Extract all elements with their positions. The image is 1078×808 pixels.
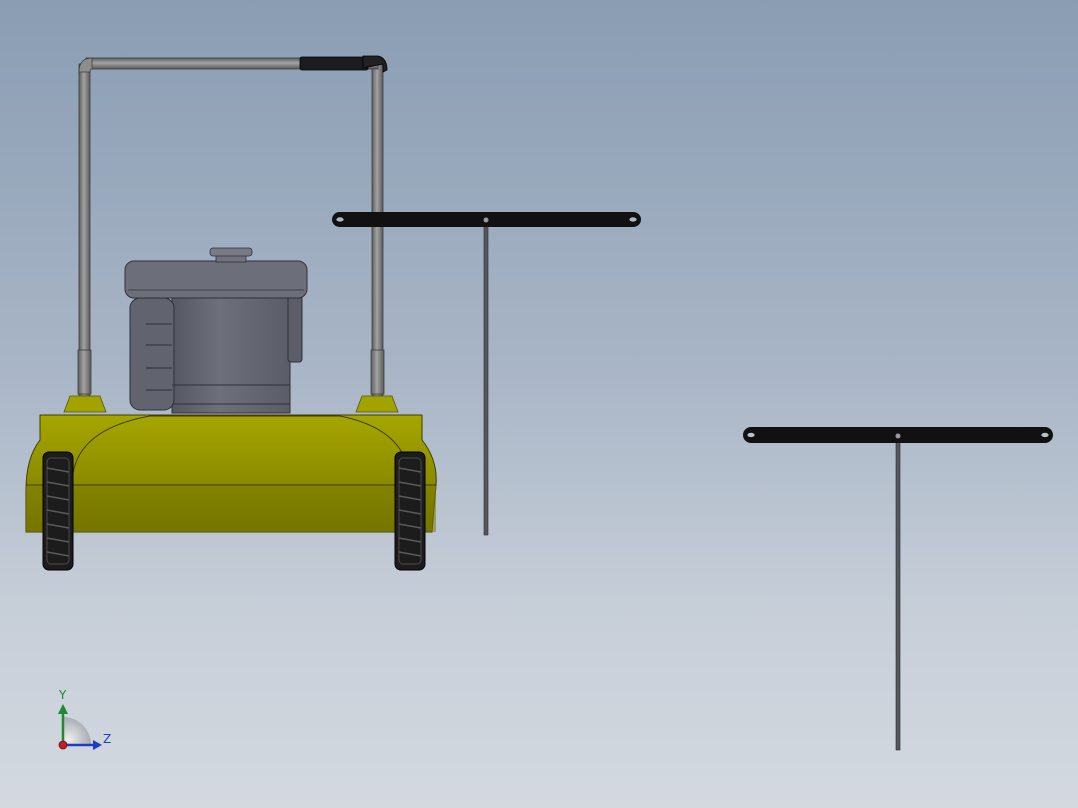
engine[interactable] xyxy=(124,247,308,414)
wheel-left[interactable] xyxy=(42,451,74,571)
fuel-cap[interactable] xyxy=(209,247,253,257)
fuel-tank[interactable] xyxy=(124,260,308,299)
engine-starter-housing[interactable] xyxy=(129,297,175,411)
model-scene[interactable] xyxy=(0,0,1078,808)
t-bar-2-joint xyxy=(895,433,901,439)
handle-pole-right-sleeve xyxy=(370,349,385,395)
handle-grip[interactable] xyxy=(299,56,369,71)
handle-pole-left[interactable] xyxy=(78,63,91,397)
triad-z-arrow xyxy=(93,740,102,750)
t-bar-2-stem[interactable] xyxy=(895,434,901,751)
t-bar-part-2[interactable] xyxy=(743,427,1053,751)
graphics-viewport[interactable]: Y Z xyxy=(0,0,1078,808)
triad-x-origin xyxy=(58,740,68,750)
engine-side-cover xyxy=(287,295,303,363)
t-bar-1-hole-left xyxy=(335,216,345,223)
deck-skirt xyxy=(26,486,436,532)
mower-assembly[interactable] xyxy=(25,55,437,571)
t-bar-2-hole-right xyxy=(1040,432,1050,438)
wheel-right[interactable] xyxy=(394,451,426,571)
t-bar-1-joint xyxy=(483,217,489,223)
t-bar-1-stem[interactable] xyxy=(483,218,489,536)
handle-pole-left-sleeve xyxy=(77,349,92,395)
handle-pole-right[interactable] xyxy=(371,63,384,397)
handle-elbow-left xyxy=(78,57,93,73)
mower-deck[interactable] xyxy=(25,414,437,533)
t-bar-2-hole-left xyxy=(746,432,756,438)
t-bar-1-hole-right xyxy=(628,216,638,223)
triad-quadrant xyxy=(63,717,91,745)
engine-block[interactable] xyxy=(171,294,291,414)
reference-triad[interactable] xyxy=(58,704,102,750)
handle-mount-right[interactable] xyxy=(355,395,399,413)
triad-y-label: Y xyxy=(59,688,67,702)
handle-mount-left[interactable] xyxy=(63,395,107,413)
triad-z-label: Z xyxy=(103,732,112,746)
triad-y-arrow xyxy=(58,704,68,714)
